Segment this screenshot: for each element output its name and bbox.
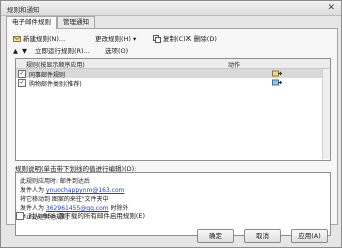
tab-manage-alerts[interactable]: 管理通知 bbox=[57, 16, 95, 28]
rules-list: 规则(按显示顺序应用) 动作 ✓ 同事邮件规则 ✓ 购物邮件类别(推荐) bbox=[15, 58, 331, 161]
options-button[interactable]: 选项(O) bbox=[105, 46, 128, 56]
description-prefix: 发件人为 bbox=[20, 187, 46, 194]
sender-link[interactable]: ynuochappynm@163.com bbox=[46, 187, 125, 194]
delete-icon: ✕ bbox=[185, 34, 192, 43]
move-up-button[interactable]: ▲ bbox=[13, 46, 18, 56]
delete-button[interactable]: ✕ 删除(D) bbox=[185, 33, 217, 45]
window-title: 规则和通知 bbox=[7, 6, 40, 14]
copy-icon bbox=[153, 35, 161, 43]
action-column-header[interactable]: 动作 bbox=[228, 60, 240, 69]
chevron-down-icon: ▾ bbox=[133, 35, 137, 43]
new-rule-button[interactable]: 新建规则(N)... bbox=[13, 33, 65, 45]
rule-enabled-checkbox[interactable]: ✓ bbox=[18, 79, 26, 87]
ok-button[interactable]: 确定 bbox=[197, 229, 234, 243]
rss-checkbox-label: 对从 RSS 源下载的所有邮件启用规则(E) bbox=[28, 212, 146, 220]
cancel-button[interactable]: 取消 bbox=[244, 229, 281, 243]
description-line: 将它移动到 图案的来往"文件夹中 bbox=[20, 196, 109, 203]
delete-label: 删除(D) bbox=[193, 35, 217, 43]
move-to-folder-icon bbox=[272, 70, 282, 77]
description-line: 发件人为 ynuochappynm@163.com bbox=[20, 185, 125, 194]
category-icon bbox=[272, 79, 282, 86]
title-bar: 规则和通知 ✕ bbox=[1, 1, 341, 16]
move-down-button[interactable]: ▼ bbox=[22, 46, 27, 56]
rule-name: 购物邮件类别(推荐) bbox=[29, 81, 82, 88]
rule-row[interactable]: ✓ 同事邮件规则 bbox=[16, 69, 322, 79]
change-rule-label: 更改规则(H) bbox=[95, 35, 131, 43]
email-rules-panel: 新建规则(N)... 更改规则(H) ▾ 复制(C)... ✕ 删除(D) ▲ … bbox=[6, 28, 338, 236]
run-rules-now-button[interactable]: 立即运行规则(R)... bbox=[35, 46, 90, 56]
new-rule-label: 新建规则(N)... bbox=[23, 35, 66, 43]
description-line: 此规则应用时: 邮件到达后 bbox=[20, 178, 90, 185]
rule-column-header[interactable]: 规则(按显示顺序应用) bbox=[26, 60, 85, 69]
tab-email-rules[interactable]: 电子邮件规则 bbox=[6, 16, 57, 29]
rss-rules-option[interactable]: 对从 RSS 源下载的所有邮件启用规则(E) bbox=[16, 210, 145, 220]
rule-row[interactable]: ✓ 购物邮件类别(推荐) bbox=[16, 78, 322, 88]
new-rule-icon bbox=[13, 36, 21, 42]
rule-description-box: 此规则应用时: 邮件到达后 发件人为 ynuochappynm@163.com … bbox=[15, 172, 331, 236]
apply-button[interactable]: 应用(A) bbox=[291, 229, 328, 243]
close-icon[interactable]: ✕ bbox=[327, 2, 335, 14]
rule-enabled-checkbox[interactable]: ✓ bbox=[18, 70, 26, 78]
rss-checkbox[interactable] bbox=[16, 212, 24, 220]
rules-list-header: 规则(按显示顺序应用) 动作 bbox=[16, 59, 330, 69]
change-rule-button[interactable]: 更改规则(H) ▾ bbox=[95, 33, 136, 45]
rules-list-scrollbar[interactable] bbox=[322, 69, 330, 159]
rules-and-alerts-window: 规则和通知 ✕ 电子邮件规则 管理通知 新建规则(N)... 更改规则(H) ▾… bbox=[0, 0, 342, 248]
